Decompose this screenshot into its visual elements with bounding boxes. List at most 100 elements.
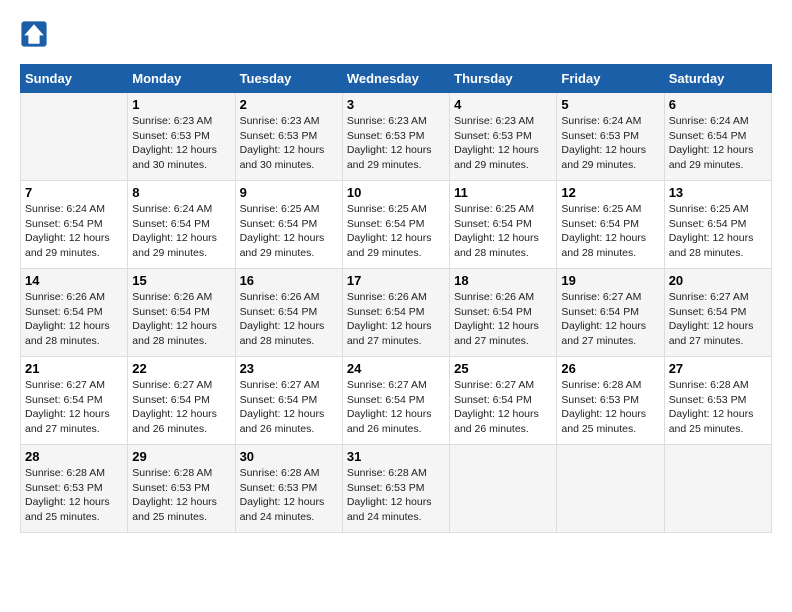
day-header-thursday: Thursday — [450, 65, 557, 93]
day-header-tuesday: Tuesday — [235, 65, 342, 93]
day-info: Sunrise: 6:24 AMSunset: 6:54 PMDaylight:… — [669, 114, 767, 173]
day-number: 30 — [240, 449, 338, 464]
calendar-cell: 29Sunrise: 6:28 AMSunset: 6:53 PMDayligh… — [128, 445, 235, 533]
day-number: 9 — [240, 185, 338, 200]
day-number: 25 — [454, 361, 552, 376]
day-number: 18 — [454, 273, 552, 288]
day-number: 11 — [454, 185, 552, 200]
day-number: 14 — [25, 273, 123, 288]
calendar-cell: 18Sunrise: 6:26 AMSunset: 6:54 PMDayligh… — [450, 269, 557, 357]
calendar-cell: 22 Sunrise: 6:27 AMSunset: 6:54 PMDayligh… — [128, 357, 235, 445]
calendar-cell: 17Sunrise: 6:26 AMSunset: 6:54 PMDayligh… — [342, 269, 449, 357]
day-info: Sunrise: 6:23 AMSunset: 6:53 PMDaylight:… — [347, 114, 445, 173]
day-info: Sunrise: 6:28 AMSunset: 6:53 PMDaylight:… — [25, 466, 123, 525]
day-info: Sunrise: 6:23 AMSunset: 6:53 PMDaylight:… — [132, 114, 230, 173]
calendar-cell: 5 Sunrise: 6:24 AMSunset: 6:53 PMDaylight… — [557, 93, 664, 181]
day-number: 5 — [561, 97, 659, 112]
calendar-table: SundayMondayTuesdayWednesdayThursdayFrid… — [20, 64, 772, 533]
day-info: Sunrise: 6:24 AMSunset: 6:53 PMDaylight:… — [561, 114, 659, 173]
day-number: 6 — [669, 97, 767, 112]
calendar-cell: 10 Sunrise: 6:25 AMSunset: 6:54 PMDayligh… — [342, 181, 449, 269]
day-number: 19 — [561, 273, 659, 288]
day-number: 21 — [25, 361, 123, 376]
calendar-cell: 28 Sunrise: 6:28 AMSunset: 6:53 PMDayligh… — [21, 445, 128, 533]
day-info: Sunrise: 6:25 AMSunset: 6:54 PMDaylight:… — [669, 202, 767, 261]
day-number: 7 — [25, 185, 123, 200]
calendar-cell: 1 Sunrise: 6:23 AMSunset: 6:53 PMDaylight… — [128, 93, 235, 181]
day-info: Sunrise: 6:27 AMSunset: 6:54 PMDaylight:… — [240, 378, 338, 437]
calendar-cell: 4Sunrise: 6:23 AMSunset: 6:53 PMDaylight… — [450, 93, 557, 181]
calendar-week-1: 1 Sunrise: 6:23 AMSunset: 6:53 PMDaylight… — [21, 93, 772, 181]
day-info: Sunrise: 6:26 AMSunset: 6:54 PMDaylight:… — [240, 290, 338, 349]
day-header-friday: Friday — [557, 65, 664, 93]
day-info: Sunrise: 6:23 AMSunset: 6:53 PMDaylight:… — [240, 114, 338, 173]
calendar-cell: 11 Sunrise: 6:25 AMSunset: 6:54 PMDayligh… — [450, 181, 557, 269]
day-number: 8 — [132, 185, 230, 200]
day-info: Sunrise: 6:28 AMSunset: 6:53 PMDaylight:… — [347, 466, 445, 525]
logo — [20, 20, 52, 48]
day-info: Sunrise: 6:25 AMSunset: 6:54 PMDaylight:… — [240, 202, 338, 261]
day-info: Sunrise: 6:25 AMSunset: 6:54 PMDaylight:… — [454, 202, 552, 261]
calendar-cell: 20 Sunrise: 6:27 AMSunset: 6:54 PMDayligh… — [664, 269, 771, 357]
calendar-cell: 6 Sunrise: 6:24 AMSunset: 6:54 PMDaylight… — [664, 93, 771, 181]
calendar-cell: 19 Sunrise: 6:27 AMSunset: 6:54 PMDayligh… — [557, 269, 664, 357]
day-header-monday: Monday — [128, 65, 235, 93]
calendar-week-2: 7 Sunrise: 6:24 AMSunset: 6:54 PMDaylight… — [21, 181, 772, 269]
day-number: 3 — [347, 97, 445, 112]
day-number: 1 — [132, 97, 230, 112]
calendar-cell: 24 Sunrise: 6:27 AMSunset: 6:54 PMDayligh… — [342, 357, 449, 445]
day-info: Sunrise: 6:27 AMSunset: 6:54 PMDaylight:… — [669, 290, 767, 349]
day-info: Sunrise: 6:27 AMSunset: 6:54 PMDaylight:… — [25, 378, 123, 437]
day-info: Sunrise: 6:24 AMSunset: 6:54 PMDaylight:… — [25, 202, 123, 261]
day-number: 15 — [132, 273, 230, 288]
day-info: Sunrise: 6:28 AMSunset: 6:53 PMDaylight:… — [561, 378, 659, 437]
calendar-cell: 7 Sunrise: 6:24 AMSunset: 6:54 PMDaylight… — [21, 181, 128, 269]
calendar-cell — [450, 445, 557, 533]
day-info: Sunrise: 6:28 AMSunset: 6:53 PMDaylight:… — [669, 378, 767, 437]
calendar-cell — [557, 445, 664, 533]
day-number: 24 — [347, 361, 445, 376]
calendar-cell: 25 Sunrise: 6:27 AMSunset: 6:54 PMDayligh… — [450, 357, 557, 445]
day-number: 13 — [669, 185, 767, 200]
calendar-cell — [664, 445, 771, 533]
calendar-week-4: 21 Sunrise: 6:27 AMSunset: 6:54 PMDayligh… — [21, 357, 772, 445]
calendar-cell: 13 Sunrise: 6:25 AMSunset: 6:54 PMDayligh… — [664, 181, 771, 269]
logo-icon — [20, 20, 48, 48]
calendar-week-5: 28 Sunrise: 6:28 AMSunset: 6:53 PMDayligh… — [21, 445, 772, 533]
day-header-wednesday: Wednesday — [342, 65, 449, 93]
calendar-cell: 23 Sunrise: 6:27 AMSunset: 6:54 PMDayligh… — [235, 357, 342, 445]
day-number: 23 — [240, 361, 338, 376]
calendar-cell: 30 Sunrise: 6:28 AMSunset: 6:53 PMDayligh… — [235, 445, 342, 533]
day-number: 31 — [347, 449, 445, 464]
day-header-sunday: Sunday — [21, 65, 128, 93]
calendar-cell: 8Sunrise: 6:24 AMSunset: 6:54 PMDaylight… — [128, 181, 235, 269]
day-number: 16 — [240, 273, 338, 288]
day-info: Sunrise: 6:27 AMSunset: 6:54 PMDaylight:… — [347, 378, 445, 437]
day-number: 27 — [669, 361, 767, 376]
calendar-cell: 14 Sunrise: 6:26 AMSunset: 6:54 PMDayligh… — [21, 269, 128, 357]
calendar-cell: 9 Sunrise: 6:25 AMSunset: 6:54 PMDaylight… — [235, 181, 342, 269]
day-info: Sunrise: 6:26 AMSunset: 6:54 PMDaylight:… — [132, 290, 230, 349]
day-info: Sunrise: 6:26 AMSunset: 6:54 PMDaylight:… — [25, 290, 123, 349]
day-number: 28 — [25, 449, 123, 464]
day-info: Sunrise: 6:27 AMSunset: 6:54 PMDaylight:… — [561, 290, 659, 349]
day-number: 17 — [347, 273, 445, 288]
day-info: Sunrise: 6:27 AMSunset: 6:54 PMDaylight:… — [132, 378, 230, 437]
day-info: Sunrise: 6:25 AMSunset: 6:54 PMDaylight:… — [561, 202, 659, 261]
calendar-cell: 15 Sunrise: 6:26 AMSunset: 6:54 PMDayligh… — [128, 269, 235, 357]
day-info: Sunrise: 6:28 AMSunset: 6:53 PMDaylight:… — [240, 466, 338, 525]
day-info: Sunrise: 6:27 AMSunset: 6:54 PMDaylight:… — [454, 378, 552, 437]
calendar-cell: 21 Sunrise: 6:27 AMSunset: 6:54 PMDayligh… — [21, 357, 128, 445]
day-header-saturday: Saturday — [664, 65, 771, 93]
calendar-cell: 16 Sunrise: 6:26 AMSunset: 6:54 PMDayligh… — [235, 269, 342, 357]
day-number: 22 — [132, 361, 230, 376]
calendar-week-3: 14 Sunrise: 6:26 AMSunset: 6:54 PMDayligh… — [21, 269, 772, 357]
day-info: Sunrise: 6:25 AMSunset: 6:54 PMDaylight:… — [347, 202, 445, 261]
day-number: 10 — [347, 185, 445, 200]
day-info: Sunrise: 6:23 AMSunset: 6:53 PMDaylight:… — [454, 114, 552, 173]
day-number: 26 — [561, 361, 659, 376]
calendar-cell: 3 Sunrise: 6:23 AMSunset: 6:53 PMDaylight… — [342, 93, 449, 181]
day-number: 20 — [669, 273, 767, 288]
calendar-cell: 26 Sunrise: 6:28 AMSunset: 6:53 PMDayligh… — [557, 357, 664, 445]
day-number: 29 — [132, 449, 230, 464]
